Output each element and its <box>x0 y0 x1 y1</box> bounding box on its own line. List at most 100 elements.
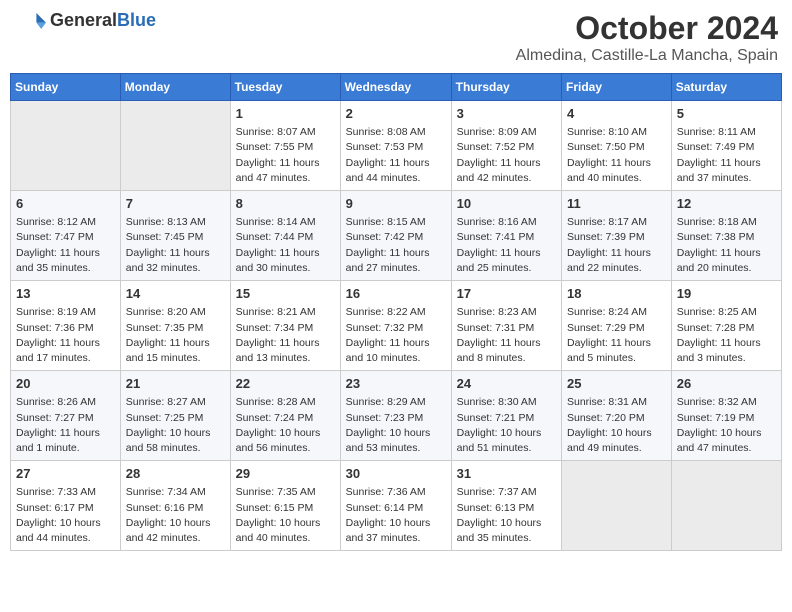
weekday-header-tuesday: Tuesday <box>230 74 340 101</box>
day-number: 17 <box>457 285 556 303</box>
calendar-cell: 11 Sunrise: 8:17 AMSunset: 7:39 PMDayligh… <box>562 191 672 281</box>
day-number: 19 <box>677 285 776 303</box>
day-number: 11 <box>567 195 666 213</box>
day-info: Sunrise: 8:18 AMSunset: 7:38 PMDaylight:… <box>677 215 776 276</box>
day-number: 25 <box>567 375 666 393</box>
weekday-header-monday: Monday <box>120 74 230 101</box>
day-info: Sunrise: 7:35 AMSunset: 6:15 PMDaylight:… <box>236 485 335 546</box>
day-info: Sunrise: 7:33 AMSunset: 6:17 PMDaylight:… <box>16 485 115 546</box>
day-number: 1 <box>236 105 335 123</box>
day-number: 30 <box>346 465 446 483</box>
calendar-week-row: 27Sunrise: 7:33 AMSunset: 6:17 PMDayligh… <box>11 461 782 551</box>
day-info: Sunrise: 7:37 AMSunset: 6:13 PMDaylight:… <box>457 485 556 546</box>
day-info: Sunrise: 8:25 AMSunset: 7:28 PMDaylight:… <box>677 305 776 366</box>
weekday-header-row: SundayMondayTuesdayWednesdayThursdayFrid… <box>11 74 782 101</box>
calendar-cell: 23Sunrise: 8:29 AMSunset: 7:23 PMDayligh… <box>340 371 451 461</box>
day-number: 9 <box>346 195 446 213</box>
calendar-cell: 25 Sunrise: 8:31 AMSunset: 7:20 PMDayligh… <box>562 371 672 461</box>
logo-icon <box>14 11 46 31</box>
day-number: 3 <box>457 105 556 123</box>
day-info: Sunrise: 8:22 AMSunset: 7:32 PMDaylight:… <box>346 305 446 366</box>
day-info: Sunrise: 8:24 AMSunset: 7:29 PMDaylight:… <box>567 305 666 366</box>
calendar-week-row: 20 Sunrise: 8:26 AMSunset: 7:27 PMDayligh… <box>11 371 782 461</box>
calendar-cell: 3Sunrise: 8:09 AMSunset: 7:52 PMDaylight… <box>451 101 561 191</box>
calendar-cell: 20 Sunrise: 8:26 AMSunset: 7:27 PMDayligh… <box>11 371 121 461</box>
day-number: 7 <box>126 195 225 213</box>
weekday-header-saturday: Saturday <box>671 74 781 101</box>
day-number: 24 <box>457 375 556 393</box>
logo-blue: Blue <box>117 10 156 30</box>
day-info: Sunrise: 8:12 AMSunset: 7:47 PMDaylight:… <box>16 215 115 276</box>
calendar-cell <box>671 461 781 551</box>
calendar-cell: 24Sunrise: 8:30 AMSunset: 7:21 PMDayligh… <box>451 371 561 461</box>
calendar-cell: 31 Sunrise: 7:37 AMSunset: 6:13 PMDayligh… <box>451 461 561 551</box>
title-section: October 2024 Almedina, Castille-La Manch… <box>516 10 778 65</box>
day-number: 2 <box>346 105 446 123</box>
day-number: 31 <box>457 465 556 483</box>
calendar-cell: 17Sunrise: 8:23 AMSunset: 7:31 PMDayligh… <box>451 281 561 371</box>
calendar-week-row: 6 Sunrise: 8:12 AMSunset: 7:47 PMDaylight… <box>11 191 782 281</box>
calendar-cell: 14 Sunrise: 8:20 AMSunset: 7:35 PMDayligh… <box>120 281 230 371</box>
calendar-cell: 5Sunrise: 8:11 AMSunset: 7:49 PMDaylight… <box>671 101 781 191</box>
day-info: Sunrise: 8:14 AMSunset: 7:44 PMDaylight:… <box>236 215 335 276</box>
month-title: October 2024 <box>516 10 778 47</box>
calendar-cell: 6 Sunrise: 8:12 AMSunset: 7:47 PMDaylight… <box>11 191 121 281</box>
calendar-cell: 7 Sunrise: 8:13 AMSunset: 7:45 PMDaylight… <box>120 191 230 281</box>
calendar-week-row: 13 Sunrise: 8:19 AMSunset: 7:36 PMDayligh… <box>11 281 782 371</box>
day-number: 13 <box>16 285 115 303</box>
day-info: Sunrise: 8:32 AMSunset: 7:19 PMDaylight:… <box>677 395 776 456</box>
calendar-cell: 22 Sunrise: 8:28 AMSunset: 7:24 PMDayligh… <box>230 371 340 461</box>
day-number: 5 <box>677 105 776 123</box>
day-info: Sunrise: 8:19 AMSunset: 7:36 PMDaylight:… <box>16 305 115 366</box>
page-header: GeneralBlue October 2024 Almedina, Casti… <box>10 10 782 65</box>
day-info: Sunrise: 8:20 AMSunset: 7:35 PMDaylight:… <box>126 305 225 366</box>
day-info: Sunrise: 8:28 AMSunset: 7:24 PMDaylight:… <box>236 395 335 456</box>
calendar-cell: 27Sunrise: 7:33 AMSunset: 6:17 PMDayligh… <box>11 461 121 551</box>
calendar-cell: 13 Sunrise: 8:19 AMSunset: 7:36 PMDayligh… <box>11 281 121 371</box>
day-info: Sunrise: 8:26 AMSunset: 7:27 PMDaylight:… <box>16 395 115 456</box>
day-info: Sunrise: 7:34 AMSunset: 6:16 PMDaylight:… <box>126 485 225 546</box>
calendar-cell: 12 Sunrise: 8:18 AMSunset: 7:38 PMDayligh… <box>671 191 781 281</box>
calendar-cell: 8 Sunrise: 8:14 AMSunset: 7:44 PMDaylight… <box>230 191 340 281</box>
calendar-cell <box>120 101 230 191</box>
logo-general: General <box>50 10 117 30</box>
day-number: 10 <box>457 195 556 213</box>
calendar-table: SundayMondayTuesdayWednesdayThursdayFrid… <box>10 73 782 551</box>
day-number: 22 <box>236 375 335 393</box>
day-info: Sunrise: 8:10 AMSunset: 7:50 PMDaylight:… <box>567 125 666 186</box>
logo: GeneralBlue <box>14 10 156 31</box>
weekday-header-wednesday: Wednesday <box>340 74 451 101</box>
day-number: 15 <box>236 285 335 303</box>
day-info: Sunrise: 8:08 AMSunset: 7:53 PMDaylight:… <box>346 125 446 186</box>
day-info: Sunrise: 8:27 AMSunset: 7:25 PMDaylight:… <box>126 395 225 456</box>
day-info: Sunrise: 8:13 AMSunset: 7:45 PMDaylight:… <box>126 215 225 276</box>
day-number: 21 <box>126 375 225 393</box>
day-info: Sunrise: 8:07 AMSunset: 7:55 PMDaylight:… <box>236 125 335 186</box>
day-number: 14 <box>126 285 225 303</box>
day-info: Sunrise: 8:16 AMSunset: 7:41 PMDaylight:… <box>457 215 556 276</box>
day-number: 6 <box>16 195 115 213</box>
calendar-cell: 1 Sunrise: 8:07 AMSunset: 7:55 PMDaylight… <box>230 101 340 191</box>
calendar-cell: 26Sunrise: 8:32 AMSunset: 7:19 PMDayligh… <box>671 371 781 461</box>
calendar-cell: 29Sunrise: 7:35 AMSunset: 6:15 PMDayligh… <box>230 461 340 551</box>
calendar-cell: 18 Sunrise: 8:24 AMSunset: 7:29 PMDayligh… <box>562 281 672 371</box>
calendar-cell: 15Sunrise: 8:21 AMSunset: 7:34 PMDayligh… <box>230 281 340 371</box>
day-info: Sunrise: 8:17 AMSunset: 7:39 PMDaylight:… <box>567 215 666 276</box>
calendar-cell: 19 Sunrise: 8:25 AMSunset: 7:28 PMDayligh… <box>671 281 781 371</box>
calendar-cell <box>562 461 672 551</box>
day-number: 12 <box>677 195 776 213</box>
day-info: Sunrise: 8:31 AMSunset: 7:20 PMDaylight:… <box>567 395 666 456</box>
day-number: 20 <box>16 375 115 393</box>
day-number: 28 <box>126 465 225 483</box>
day-number: 18 <box>567 285 666 303</box>
day-info: Sunrise: 8:15 AMSunset: 7:42 PMDaylight:… <box>346 215 446 276</box>
weekday-header-sunday: Sunday <box>11 74 121 101</box>
day-number: 16 <box>346 285 446 303</box>
calendar-cell: 2 Sunrise: 8:08 AMSunset: 7:53 PMDaylight… <box>340 101 451 191</box>
day-number: 23 <box>346 375 446 393</box>
day-number: 8 <box>236 195 335 213</box>
calendar-cell: 28 Sunrise: 7:34 AMSunset: 6:16 PMDayligh… <box>120 461 230 551</box>
day-number: 4 <box>567 105 666 123</box>
calendar-week-row: 1 Sunrise: 8:07 AMSunset: 7:55 PMDaylight… <box>11 101 782 191</box>
calendar-cell: 9 Sunrise: 8:15 AMSunset: 7:42 PMDaylight… <box>340 191 451 281</box>
